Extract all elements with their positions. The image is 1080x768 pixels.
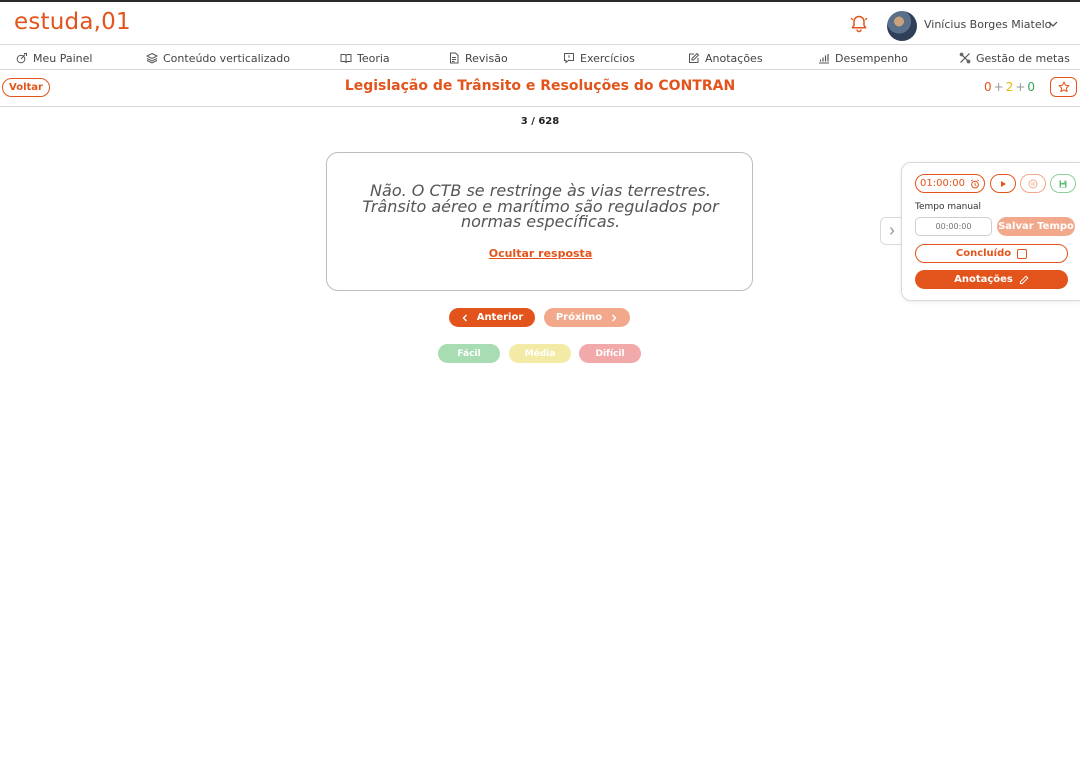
- previous-label: Anterior: [476, 312, 524, 323]
- timer-value: 01:00:00: [920, 178, 965, 189]
- next-button[interactable]: Próximo: [544, 308, 630, 327]
- book-icon: [340, 54, 352, 64]
- main-nav: Meu Painel Conteúdo verticalizado Teoria…: [0, 45, 1080, 70]
- avatar[interactable]: [887, 11, 917, 41]
- flashcard: Não. O CTB se restringe às vias terrestr…: [326, 152, 753, 291]
- card-counter: 3 / 628: [520, 116, 560, 127]
- nav-item-anotacoes[interactable]: Anotações: [688, 50, 763, 66]
- previous-button[interactable]: Anterior: [449, 308, 535, 327]
- manual-time-input[interactable]: [915, 217, 992, 236]
- nav-item-label: Desempenho: [835, 51, 908, 65]
- flashcard-answer: Não. O CTB se restringe às vias terrestr…: [362, 181, 719, 231]
- difficulty-easy-button[interactable]: Fácil: [438, 344, 500, 363]
- deck-header: Legislação de Trânsito e Resoluções do C…: [0, 70, 1080, 107]
- page-title: Legislação de Trânsito e Resoluções do C…: [344, 78, 736, 94]
- nav-item-conteudo-verticalizado[interactable]: Conteúdo verticalizado: [146, 50, 290, 66]
- nav-item-label: Conteúdo verticalizado: [163, 51, 290, 65]
- manual-time-label: Tempo manual: [915, 202, 982, 212]
- panel-collapse-button[interactable]: [880, 217, 902, 245]
- next-label: Próximo: [555, 312, 603, 323]
- nav-item-label: Exercícios: [580, 51, 635, 65]
- chevron-right-icon: [612, 314, 617, 321]
- nav-item-label: Teoria: [357, 51, 390, 65]
- save-time-button[interactable]: Salvar Tempo: [997, 217, 1075, 236]
- score-right: 0: [1027, 80, 1036, 94]
- pause-icon: [1028, 179, 1038, 188]
- hide-answer-link[interactable]: Ocultar resposta: [327, 247, 754, 260]
- nav-item-gestao-de-metas[interactable]: Gestão de metas: [959, 50, 1070, 66]
- score-separator: +: [1015, 80, 1026, 94]
- dashboard-icon: [16, 53, 27, 64]
- score-separator: +: [993, 80, 1004, 94]
- nav-item-label: Meu Painel: [33, 51, 93, 65]
- chevron-right-icon: [889, 227, 894, 235]
- play-button[interactable]: [990, 174, 1016, 193]
- layers-icon: [146, 52, 158, 64]
- edit-icon: [689, 52, 700, 63]
- notes-label: Anotações: [954, 274, 1013, 285]
- user-name[interactable]: Vinícius Borges Miatelo: [924, 18, 1051, 31]
- bar-chart-icon: [819, 54, 829, 64]
- pencil-icon: [1019, 274, 1029, 284]
- difficulty-medium-button[interactable]: Média: [509, 344, 571, 363]
- notes-button[interactable]: Anotações: [915, 270, 1068, 289]
- timer-display[interactable]: 01:00:00: [915, 174, 985, 193]
- top-bar: estuda,01 Vinícius Borges Miatelo: [0, 0, 1080, 45]
- nav-item-desempenho[interactable]: Desempenho: [818, 50, 908, 66]
- bell-icon[interactable]: [849, 14, 869, 34]
- completed-label: Concluído: [955, 248, 1012, 259]
- completed-toggle[interactable]: Concluído: [915, 244, 1068, 263]
- score-counter: 0 +2 +0: [984, 80, 1035, 94]
- tools-icon: [959, 52, 971, 64]
- star-icon: [1058, 81, 1069, 92]
- back-button[interactable]: Voltar: [2, 78, 50, 97]
- favorite-button[interactable]: [1050, 77, 1077, 97]
- alarm-clock-icon: [970, 178, 980, 188]
- nav-item-revisao[interactable]: Revisão: [448, 50, 508, 66]
- nav-item-label: Anotações: [705, 51, 763, 65]
- document-icon: [450, 52, 459, 64]
- nav-item-meu-painel[interactable]: Meu Painel: [16, 50, 92, 66]
- timer-panel: 01:00:00 Tempo manual Salvar Tempo Concl…: [901, 162, 1080, 301]
- nav-item-teoria[interactable]: Teoria: [340, 50, 390, 66]
- chevron-down-icon[interactable]: [1047, 18, 1059, 30]
- app-logo[interactable]: estuda,01: [14, 9, 131, 35]
- nav-item-label: Revisão: [465, 51, 508, 65]
- pause-button[interactable]: [1020, 174, 1046, 193]
- save-session-button[interactable]: [1050, 174, 1076, 193]
- floppy-disk-icon: [1059, 180, 1067, 187]
- play-icon: [1001, 180, 1006, 187]
- score-wrong: 0: [984, 80, 992, 94]
- nav-item-exercicios[interactable]: Exercícios: [563, 50, 635, 66]
- difficulty-hard-button[interactable]: Difícil: [579, 344, 641, 363]
- checkbox-icon[interactable]: [1017, 248, 1028, 259]
- chat-check-icon: [564, 53, 574, 64]
- nav-item-label: Gestão de metas: [976, 51, 1070, 65]
- chevron-left-icon: [462, 314, 467, 321]
- score-partial: 2: [1005, 80, 1014, 94]
